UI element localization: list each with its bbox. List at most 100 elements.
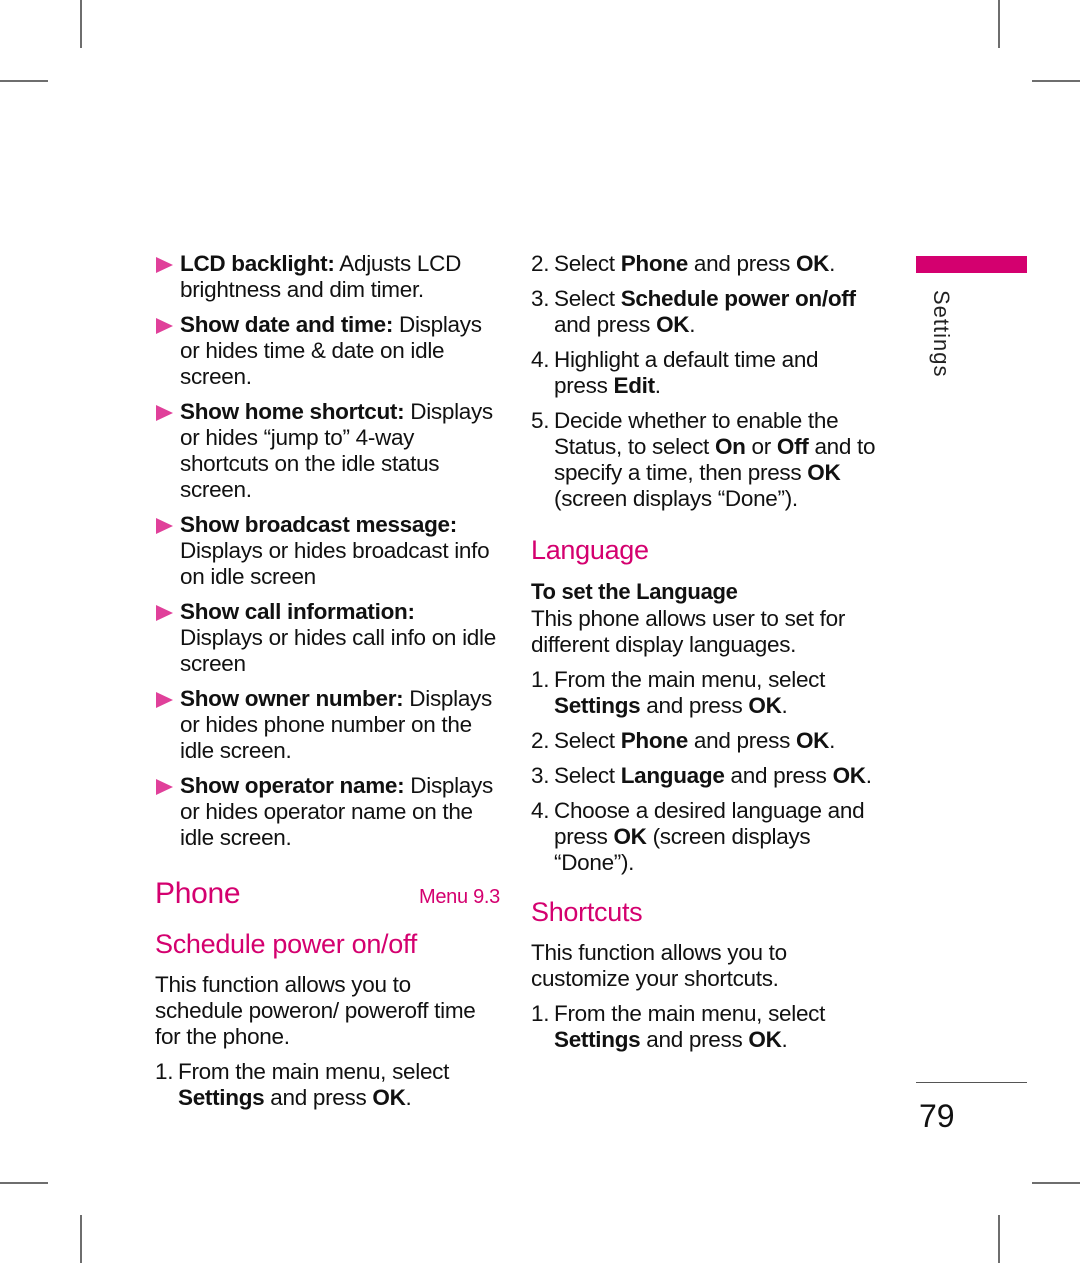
crop-mark	[998, 1215, 1000, 1263]
step-text: .	[829, 728, 836, 753]
step-text: .	[865, 763, 872, 788]
crop-mark	[80, 0, 82, 48]
crop-mark	[1032, 80, 1080, 82]
step-keyword: OK	[613, 824, 647, 849]
step-text: and press	[687, 728, 796, 753]
step-item: 4. Highlight a default time and press Edi…	[531, 347, 876, 399]
step-keyword: OK	[372, 1085, 406, 1110]
left-column: LCD backlight: Adjusts LCD brightness an…	[155, 251, 500, 1120]
step-number: 4.	[531, 798, 550, 823]
language-subheading: To set the Language	[531, 579, 738, 604]
triangle-bullet-icon	[156, 318, 173, 334]
step-text: and press	[554, 312, 657, 337]
step-number: 1.	[531, 667, 550, 692]
item-term: LCD backlight:	[180, 251, 335, 276]
schedule-steps: 2. Select Phone and press OK. 3. Select Sc…	[531, 251, 876, 512]
triangle-bullet-icon	[156, 605, 173, 621]
step-keyword: OK	[795, 728, 830, 753]
step-text: and press	[640, 1027, 749, 1052]
step-item: 1. From the main menu, select Settings an…	[531, 1001, 876, 1053]
step-keyword: OK	[656, 312, 690, 337]
step-number: 3.	[531, 286, 550, 311]
step-item: 2. Select Phone and press OK.	[531, 728, 876, 754]
triangle-bullet-icon	[156, 692, 173, 708]
step-number: 2.	[531, 728, 550, 753]
triangle-bullet-icon	[156, 518, 173, 534]
step-keyword: Phone	[620, 251, 689, 276]
crop-mark	[0, 1182, 48, 1184]
step-keyword: OK	[795, 251, 830, 276]
step-item: 1. From the main menu, select Settings an…	[531, 667, 876, 719]
step-text: .	[405, 1085, 412, 1110]
step-text: From the main menu, select	[178, 1059, 450, 1084]
step-number: 1.	[155, 1059, 174, 1084]
section-heading-language: Language	[531, 535, 649, 565]
step-keyword: On	[714, 434, 746, 459]
section-tab-label: Settings	[929, 290, 954, 378]
step-text: Select	[554, 251, 621, 276]
list-item: LCD backlight: Adjusts LCD brightness an…	[155, 251, 500, 303]
item-term: Show broadcast message:	[180, 512, 457, 537]
step-text: and press	[640, 693, 749, 718]
step-keyword: Settings	[554, 1027, 641, 1052]
section-heading-shortcuts: Shortcuts	[531, 897, 643, 927]
shortcuts-intro: This function allows you to customize yo…	[531, 940, 787, 991]
step-number: 4.	[531, 347, 550, 372]
step-keyword: Schedule power on/off	[620, 286, 856, 311]
step-item: 3. Select Schedule power on/off and press…	[531, 286, 876, 338]
step-number: 5.	[531, 408, 550, 433]
footer-divider	[916, 1082, 1027, 1083]
step-text: Select	[554, 286, 621, 311]
step-text: and press	[724, 763, 833, 788]
list-item: Show broadcast message: Displays or hide…	[155, 512, 500, 590]
step-text: Highlight a default time and press	[554, 347, 819, 398]
step-item: 3. Select Language and press OK.	[531, 763, 876, 789]
step-item: 4. Choose a desired language and press OK…	[531, 798, 876, 876]
crop-mark	[80, 1215, 82, 1263]
step-text: From the main menu, select	[554, 667, 826, 692]
step-keyword: Settings	[178, 1085, 265, 1110]
list-item: Show operator name: Displays or hides op…	[155, 773, 500, 851]
step-text: Select	[554, 763, 621, 788]
step-keyword: Edit	[613, 373, 655, 398]
step-text: (screen displays “Done”).	[554, 486, 798, 511]
step-text: From the main menu, select	[554, 1001, 826, 1026]
step-item: 2. Select Phone and press OK.	[531, 251, 876, 277]
list-item: Show home shortcut: Displays or hides “j…	[155, 399, 500, 503]
crop-mark	[998, 0, 1000, 48]
list-item: Show call information: Displays or hides…	[155, 599, 500, 677]
step-keyword: Phone	[620, 728, 689, 753]
schedule-intro: This function allows you to schedule pow…	[155, 972, 476, 1049]
triangle-bullet-icon	[156, 779, 173, 795]
item-term: Show owner number:	[180, 686, 404, 711]
step-item: 5. Decide whether to enable the Status, t…	[531, 408, 876, 512]
section-heading-phone: Phone Menu 9.3	[155, 877, 500, 914]
step-text: or	[745, 434, 777, 459]
item-term: Show operator name:	[180, 773, 405, 798]
language-intro: This phone allows user to set for differ…	[531, 606, 846, 657]
step-text: and press	[264, 1085, 373, 1110]
page-number: 79	[919, 1098, 955, 1134]
subsection-heading-schedule: Schedule power on/off	[155, 929, 417, 959]
step-text: Select	[554, 728, 621, 753]
step-text: .	[781, 1027, 788, 1052]
step-text: .	[654, 373, 661, 398]
step-keyword: Off	[776, 434, 809, 459]
step-text: .	[781, 693, 788, 718]
step-keyword: Settings	[554, 693, 641, 718]
language-steps: 1. From the main menu, select Settings an…	[531, 667, 876, 876]
list-item: Show owner number: Displays or hides pho…	[155, 686, 500, 764]
step-keyword: Language	[620, 763, 725, 788]
step-text: .	[829, 251, 836, 276]
step-keyword: OK	[807, 460, 841, 485]
list-item: Show date and time: Displays or hides ti…	[155, 312, 500, 390]
item-term: Show date and time:	[180, 312, 394, 337]
step-keyword: OK	[748, 693, 782, 718]
triangle-bullet-icon	[156, 257, 173, 273]
step-text: .	[689, 312, 696, 337]
step-text: and press	[687, 251, 796, 276]
crop-mark	[1032, 1182, 1080, 1184]
step-keyword: OK	[832, 763, 866, 788]
item-term: Show call information:	[180, 599, 415, 624]
step-item: 1. From the main menu, select Settings an…	[155, 1059, 500, 1111]
